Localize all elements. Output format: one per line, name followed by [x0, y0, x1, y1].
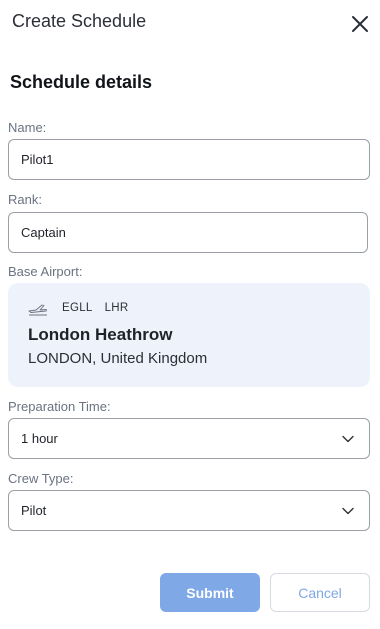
base-airport-label: Base Airport:: [8, 264, 83, 279]
rank-label: Rank:: [8, 192, 42, 207]
name-input[interactable]: [21, 152, 369, 167]
section-title: Schedule details: [10, 72, 153, 92]
plane-departure-icon: [28, 304, 48, 316]
rank-input[interactable]: [21, 225, 367, 240]
close-button[interactable]: [350, 14, 370, 34]
crew-type-value: Pilot: [21, 503, 47, 518]
preparation-time-select[interactable]: 1 hour: [8, 418, 370, 459]
airport-iata: LHR: [104, 302, 129, 314]
modal-header: Create Schedule: [0, 0, 380, 46]
preparation-time-value: 1 hour: [21, 431, 58, 446]
airport-codes: EGLL LHR: [62, 302, 129, 314]
chevron-down-icon: [342, 435, 354, 443]
cancel-button[interactable]: Cancel: [270, 573, 370, 612]
airport-city: LONDON, United Kingdom: [28, 350, 208, 367]
airport-name: London Heathrow: [28, 325, 173, 344]
rank-field[interactable]: [8, 212, 368, 253]
base-airport-card[interactable]: EGLL LHR London Heathrow LONDON, United K…: [8, 283, 370, 387]
submit-button[interactable]: Submit: [160, 573, 260, 612]
close-icon: [352, 16, 368, 32]
airport-icao: EGLL: [62, 302, 93, 314]
crew-type-select[interactable]: Pilot: [8, 490, 370, 531]
chevron-down-icon: [342, 507, 354, 515]
name-label: Name:: [8, 120, 47, 135]
crew-type-label: Crew Type:: [8, 471, 74, 486]
name-field[interactable]: [8, 139, 370, 180]
modal-title: Create Schedule: [12, 11, 147, 31]
preparation-time-label: Preparation Time:: [8, 399, 111, 414]
